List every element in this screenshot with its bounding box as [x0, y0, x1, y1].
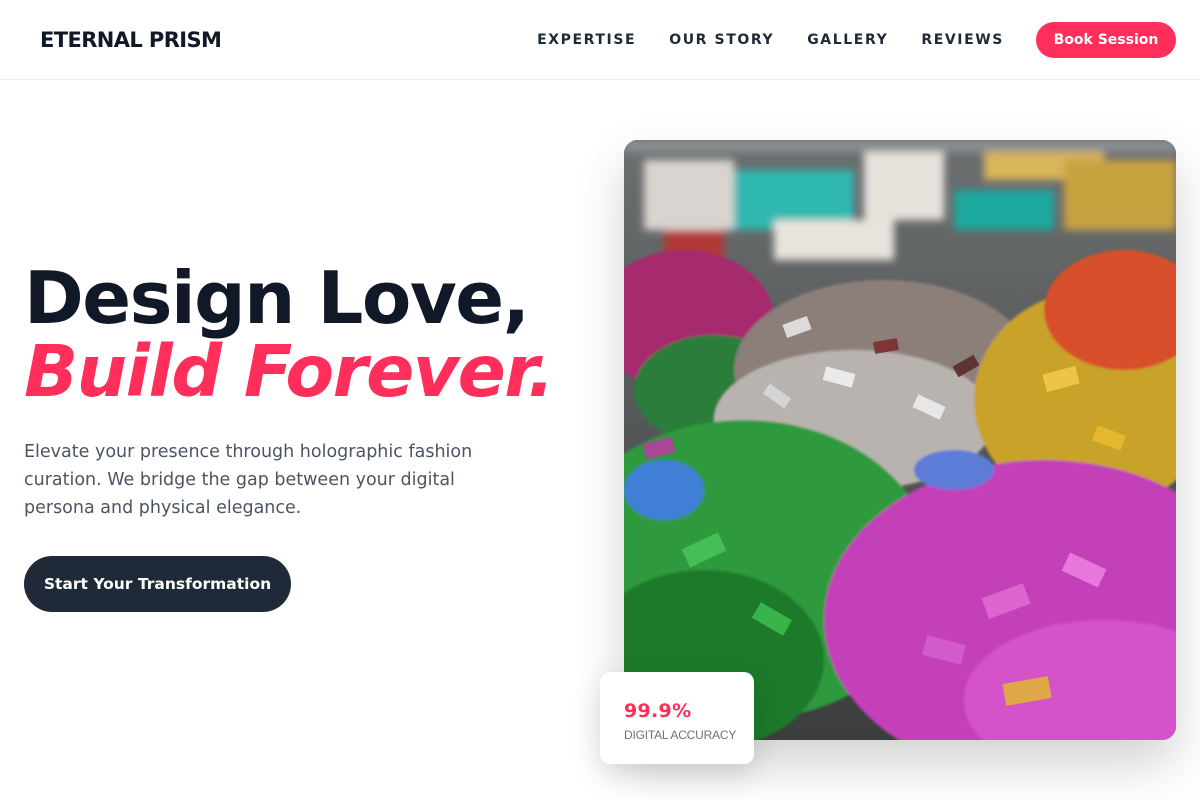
top-navigation-bar: ETERNAL PRISM EXPERTISE OUR STORY GALLER… — [0, 0, 1200, 80]
main-nav: EXPERTISE OUR STORY GALLERY REVIEWS Book… — [537, 21, 1176, 58]
accuracy-stat-card: 99.9% DIGITAL ACCURACY — [600, 672, 754, 764]
book-session-button[interactable]: Book Session — [1036, 21, 1176, 58]
hero-headline-accent: Build Forever. — [24, 330, 555, 413]
stat-value: 99.9% — [624, 700, 692, 722]
nav-link-reviews[interactable]: REVIEWS — [921, 32, 1004, 48]
hero-image — [624, 140, 1176, 740]
brand-logo[interactable]: ETERNAL PRISM — [40, 28, 222, 52]
nav-link-gallery[interactable]: GALLERY — [807, 32, 888, 48]
candy-photo-illustration — [624, 140, 1176, 740]
nav-link-expertise[interactable]: EXPERTISE — [537, 32, 636, 48]
hero-description: Elevate your presence through holographi… — [24, 442, 473, 518]
start-transformation-button[interactable]: Start Your Transformation — [24, 556, 291, 612]
nav-link-our-story[interactable]: OUR STORY — [669, 32, 774, 48]
stat-label: DIGITAL ACCURACY — [624, 728, 737, 742]
hero-headline: Design Love, — [24, 256, 530, 340]
hero-text-section: Design Love, Build Forever. Elevate your… — [24, 256, 555, 612]
